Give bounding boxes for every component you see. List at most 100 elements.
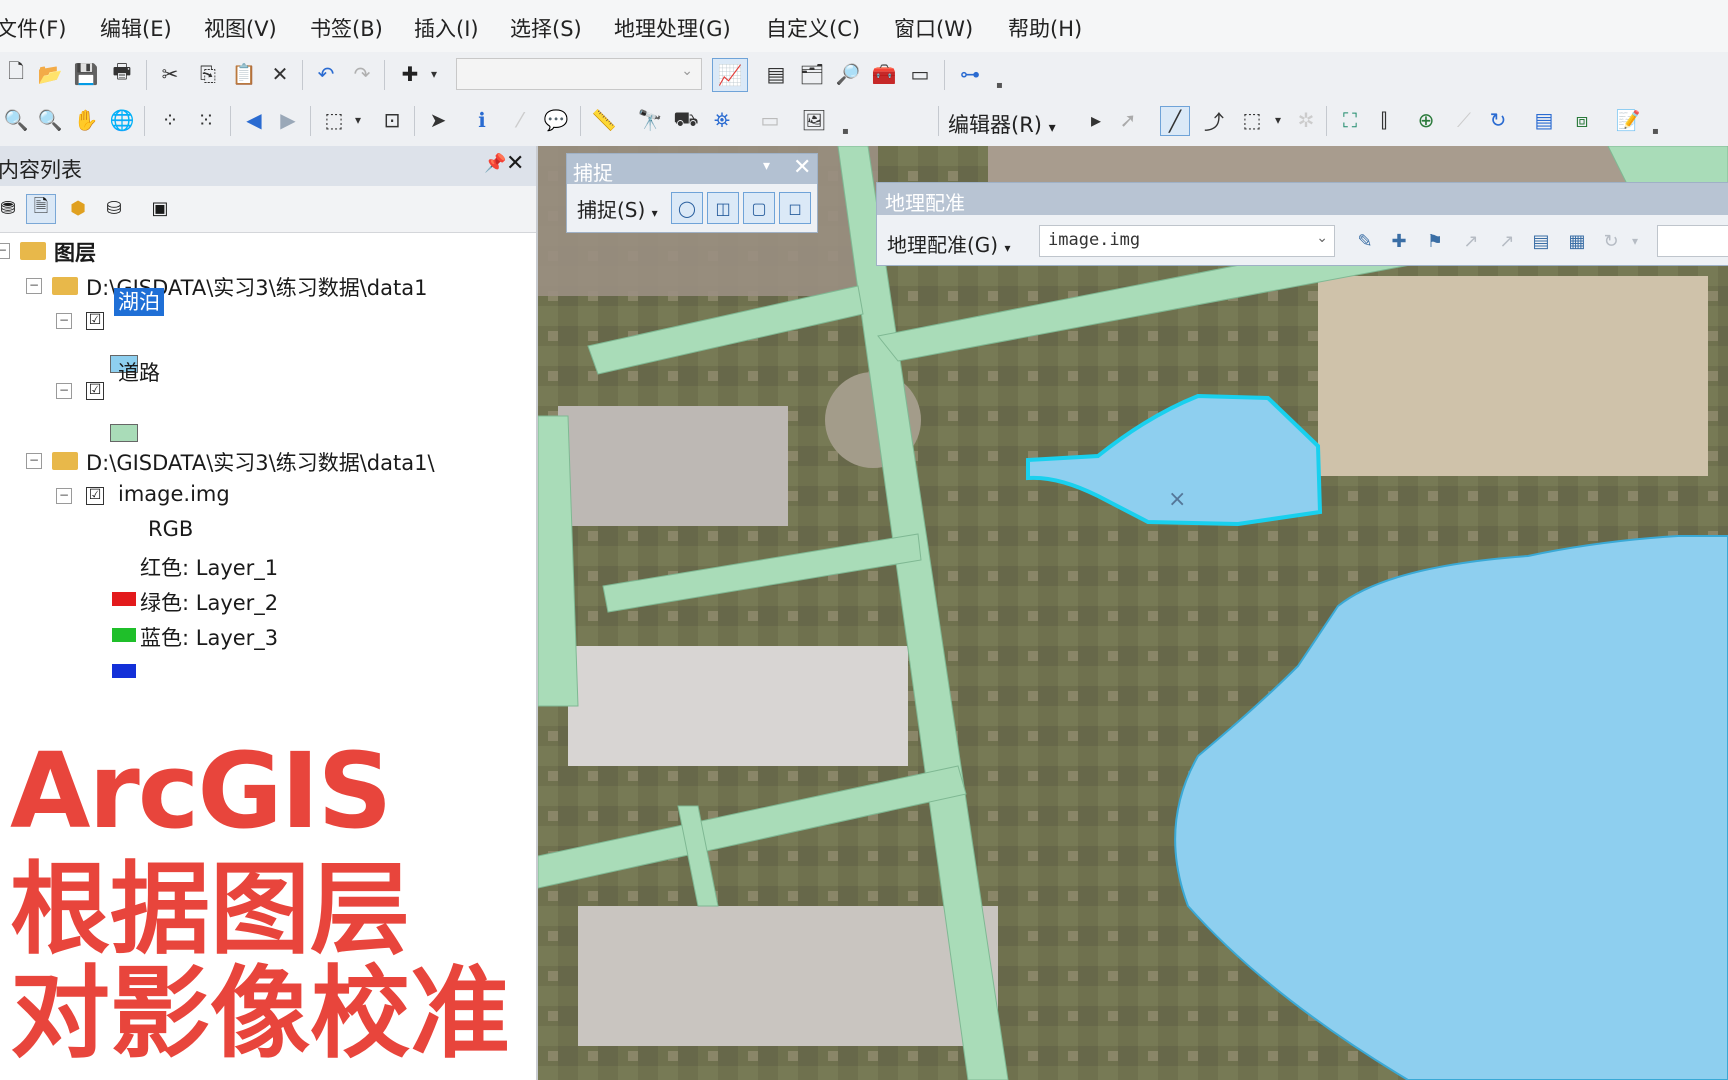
table-of-contents-icon[interactable]: ▤ (762, 60, 790, 88)
data-source-path[interactable]: D:\GISDATA\实习3\练习数据\data1\ (86, 447, 435, 477)
print-icon[interactable]: 🖶 (108, 59, 136, 88)
pan-icon[interactable]: ✋ (72, 106, 100, 134)
rotate-icon[interactable]: ✎ (1351, 227, 1379, 255)
collapse-icon[interactable]: − (0, 243, 10, 259)
back-arrow-icon[interactable]: ◀ (240, 106, 268, 134)
find-route-icon[interactable]: ⛟ (672, 106, 700, 134)
redo-icon[interactable]: ↷ (348, 60, 376, 88)
open-folder-icon[interactable]: 📂 (36, 60, 64, 88)
view-link-table-icon[interactable]: ▦ (1563, 227, 1591, 255)
fixed-zoom-out-icon[interactable]: ⁙ (192, 106, 220, 134)
snapping-menu[interactable]: 捕捉(S) ▾ (577, 194, 658, 223)
menu-view[interactable]: 视图(V) (204, 13, 277, 43)
fixed-zoom-in-icon[interactable]: ⁘ (156, 106, 184, 134)
map-canvas[interactable]: × (538, 146, 1728, 1080)
zoom-out-icon[interactable]: 🔍 (36, 106, 64, 134)
editor-toolbar-icon[interactable]: 📈 (712, 58, 748, 92)
menu-selection[interactable]: 选择(S) (510, 13, 582, 43)
layers-root-label[interactable]: 图层 (54, 237, 96, 267)
select-dropdown-icon[interactable]: ▾ (344, 106, 372, 134)
toolbar-grip-icon[interactable]: ▪ (842, 126, 852, 138)
split-tool-icon[interactable]: ⟋ (1450, 106, 1478, 134)
rotate-dropdown-icon[interactable]: ▾ (1621, 227, 1649, 255)
menu-bookmarks[interactable]: 书签(B) (310, 13, 383, 43)
zoom-to-selected-link-icon[interactable]: ↗ (1493, 227, 1521, 255)
time-slider-icon[interactable]: ▭ (756, 106, 784, 134)
create-viewer-icon[interactable]: 🖼 (800, 106, 828, 134)
python-window-icon[interactable]: ▭ (906, 60, 934, 88)
model-builder-icon[interactable]: ⊶ (956, 60, 984, 88)
layer-image-label[interactable]: image.img (118, 482, 230, 506)
straight-segment-icon[interactable]: ╱ (1160, 106, 1190, 136)
point-icon[interactable]: ✲ (1292, 106, 1320, 134)
forward-arrow-icon[interactable]: ▶ (274, 106, 302, 134)
search-window-icon[interactable]: 🔎 (834, 60, 862, 88)
reshape-feature-icon[interactable]: ⫿ (1370, 106, 1398, 134)
collapse-icon[interactable]: − (26, 453, 42, 469)
catalog-icon[interactable]: 🗂 (798, 60, 826, 88)
arctoolbox-icon[interactable]: 🧰 (870, 60, 898, 88)
sketch-properties-icon[interactable]: ⧈ (1568, 106, 1596, 134)
rotate-tool-icon[interactable]: ↻ (1484, 106, 1512, 134)
menu-edit[interactable]: 编辑(E) (100, 13, 172, 43)
select-elements-icon[interactable]: ➤ (424, 106, 452, 134)
measure-icon[interactable]: 📏 (590, 106, 618, 134)
list-by-drawing-order-icon[interactable]: ⛃ (0, 194, 22, 222)
list-by-visibility-icon[interactable]: ⬢ (64, 194, 92, 222)
layer-road-label[interactable]: 道路 (118, 357, 160, 387)
hyperlink-icon[interactable]: ⁄ (506, 106, 534, 134)
find-binoculars-icon[interactable]: 🔭 (636, 106, 664, 134)
paste-icon[interactable]: 📋 (230, 60, 258, 88)
delete-icon[interactable]: ✕ (266, 60, 294, 88)
list-by-selection-icon[interactable]: ⛁ (100, 194, 128, 222)
collapse-icon[interactable]: − (56, 313, 72, 329)
select-link-icon[interactable]: ↗ (1457, 227, 1485, 255)
create-features-icon[interactable]: 📝 (1614, 106, 1642, 134)
end-snapping-icon[interactable]: ◫ (707, 192, 739, 224)
georeferencing-menu[interactable]: 地理配准(G) ▾ (887, 229, 1011, 258)
cut-icon[interactable]: ✂ (156, 60, 184, 88)
menu-geoprocessing[interactable]: 地理处理(G) (614, 13, 731, 43)
layer-lake-label[interactable]: 湖泊 (114, 286, 164, 316)
edit-annotation-icon[interactable]: ➚ (1114, 106, 1142, 134)
layer-visibility-checkbox[interactable]: ☑ (86, 312, 104, 330)
menu-insert[interactable]: 插入(I) (414, 13, 479, 43)
clear-selection-icon[interactable]: ⊡ (378, 106, 406, 134)
georeference-layer-select[interactable]: image.img ⌄ (1039, 225, 1335, 257)
menu-customize[interactable]: 自定义(C) (766, 13, 860, 43)
menu-help[interactable]: 帮助(H) (1008, 13, 1082, 43)
collapse-icon[interactable]: − (56, 488, 72, 504)
options-icon[interactable]: ▣ (146, 194, 174, 222)
trace-icon[interactable]: ⬚ (1238, 106, 1266, 134)
end-point-arc-icon[interactable]: ⤴ (1200, 106, 1228, 134)
map-scale-combo[interactable]: ⌄ (456, 58, 702, 90)
collapse-icon[interactable]: − (56, 383, 72, 399)
close-icon[interactable]: ✕ (793, 155, 811, 180)
point-snapping-icon[interactable]: ◯ (671, 192, 703, 224)
copy-icon[interactable]: ⎘ (194, 60, 222, 88)
edge-snapping-icon[interactable]: ◻ (779, 192, 811, 224)
map-view[interactable]: × (538, 146, 1728, 1080)
undo-icon[interactable]: ↶ (312, 60, 340, 88)
chevron-down-icon[interactable]: ▾ (763, 158, 770, 174)
close-icon[interactable]: ✕ (506, 151, 524, 176)
attributes-icon[interactable]: ▤ (1530, 106, 1558, 134)
menu-windows[interactable]: 窗口(W) (894, 13, 973, 43)
list-by-source-icon[interactable]: 🗎 (26, 194, 56, 224)
pin-icon[interactable]: 📌 (484, 153, 506, 174)
zoom-in-icon[interactable]: 🔍 (2, 106, 30, 134)
editor-menu[interactable]: 编辑器(R) ▾ (948, 109, 1056, 139)
rotation-angle-input[interactable] (1657, 225, 1728, 257)
add-data-dropdown-icon[interactable]: ▾ (420, 60, 448, 88)
toolbar-grip-icon[interactable]: ▪ (1652, 126, 1662, 138)
go-to-xy-icon[interactable]: ⛯ (708, 106, 736, 134)
edit-vertices-icon[interactable]: ⛶ (1336, 106, 1364, 134)
layer-visibility-checkbox[interactable]: ☑ (86, 487, 104, 505)
viewer-icon[interactable]: ▤ (1527, 227, 1555, 255)
new-document-icon[interactable]: 🗋 (2, 59, 30, 88)
auto-registration-icon[interactable]: ⚑ (1421, 227, 1449, 255)
georeferencing-title-bar[interactable]: 地理配准 (877, 183, 1728, 215)
vertex-snapping-icon[interactable]: ▢ (743, 192, 775, 224)
full-extent-icon[interactable]: 🌐 (108, 106, 136, 134)
cut-polygons-icon[interactable]: ⊕ (1412, 106, 1440, 134)
